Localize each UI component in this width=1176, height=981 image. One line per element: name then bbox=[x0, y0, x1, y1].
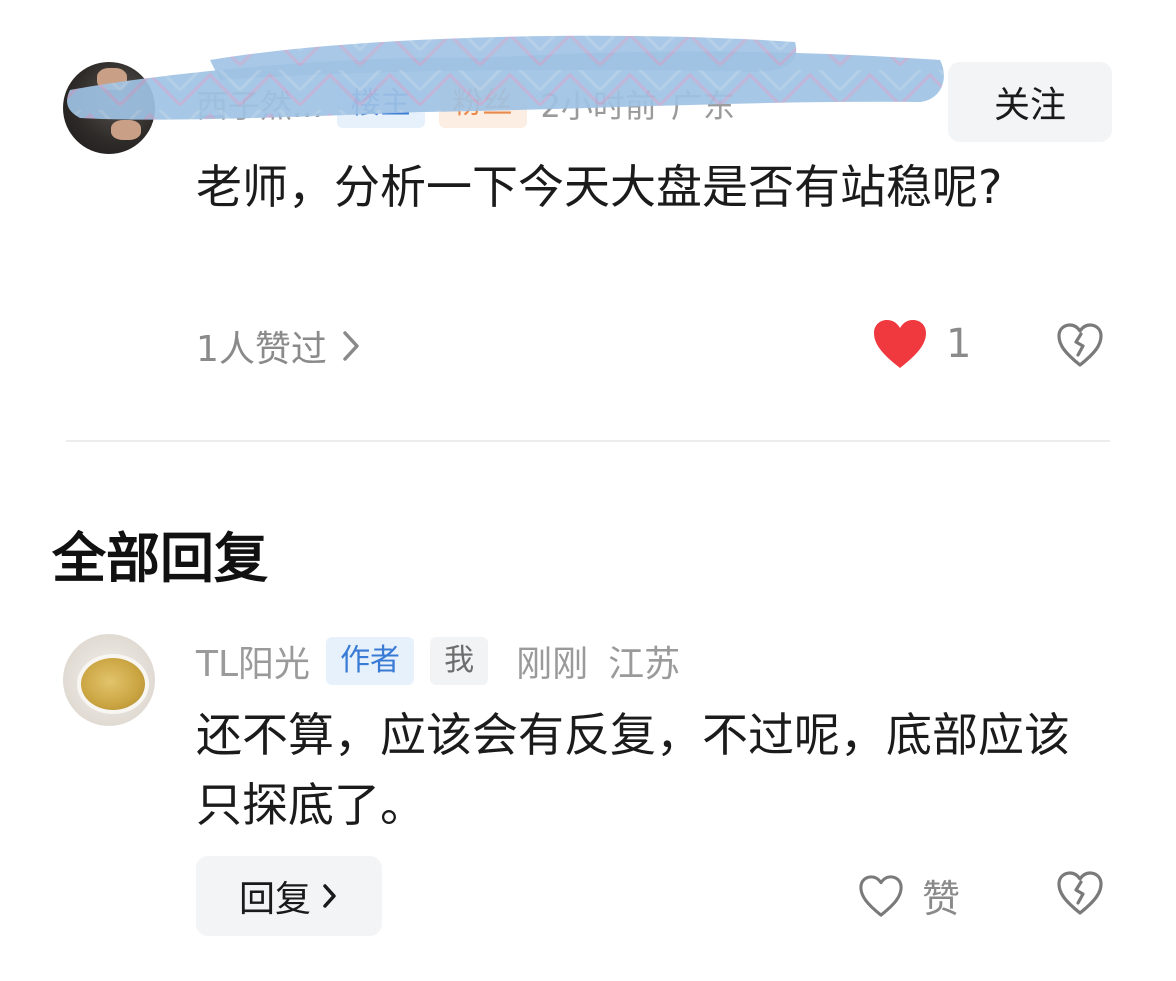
self-badge: 我 bbox=[430, 637, 489, 685]
comment-meta: 西子然... 楼主 粉丝 2小时前 广东 bbox=[196, 78, 735, 130]
section-title: 全部回复 bbox=[52, 527, 268, 590]
broken-heart-icon[interactable] bbox=[1056, 870, 1104, 916]
reply-text: 还不算，应该会有反复，不过呢，底部应该只探底了。 bbox=[196, 708, 1070, 832]
broken-heart-icon[interactable] bbox=[1056, 322, 1104, 368]
chevron-right-icon bbox=[343, 331, 359, 361]
reply-username[interactable]: TL阳光 bbox=[196, 635, 310, 687]
fan-badge: 粉丝 bbox=[438, 80, 527, 128]
comment-location: 广东 bbox=[670, 87, 735, 125]
liked-by-text: 1人赞过 bbox=[196, 329, 327, 370]
reply-button[interactable]: 回复 bbox=[196, 856, 382, 936]
reply-like-button[interactable]: 赞 bbox=[858, 868, 960, 923]
divider bbox=[66, 440, 1110, 442]
author-badge: 作者 bbox=[326, 637, 415, 685]
heart-filled-icon bbox=[874, 320, 926, 368]
reply-like-label: 赞 bbox=[922, 877, 961, 921]
chevron-right-icon bbox=[323, 884, 336, 908]
heart-outline-icon bbox=[859, 874, 903, 917]
comment-time: 2小时前 bbox=[540, 87, 657, 125]
comment-text: 老师，分析一下今天大盘是否有站稳呢? bbox=[196, 160, 1003, 214]
liked-by-link[interactable]: 1人赞过 bbox=[196, 318, 363, 374]
reply-button-label: 回复 bbox=[238, 879, 311, 920]
reply-time: 刚刚 bbox=[516, 644, 589, 685]
reply-meta: TL阳光 作者 我 刚刚 江苏 bbox=[196, 634, 680, 688]
like-button[interactable]: 1 bbox=[872, 318, 971, 370]
follow-button[interactable]: 关注 bbox=[948, 62, 1112, 142]
reply-user-avatar[interactable] bbox=[63, 634, 155, 726]
username[interactable]: 西子然... bbox=[196, 81, 323, 127]
like-count: 1 bbox=[946, 321, 972, 367]
reply-location: 江苏 bbox=[608, 644, 681, 685]
user-avatar[interactable] bbox=[63, 62, 155, 154]
op-badge: 楼主 bbox=[336, 80, 425, 128]
